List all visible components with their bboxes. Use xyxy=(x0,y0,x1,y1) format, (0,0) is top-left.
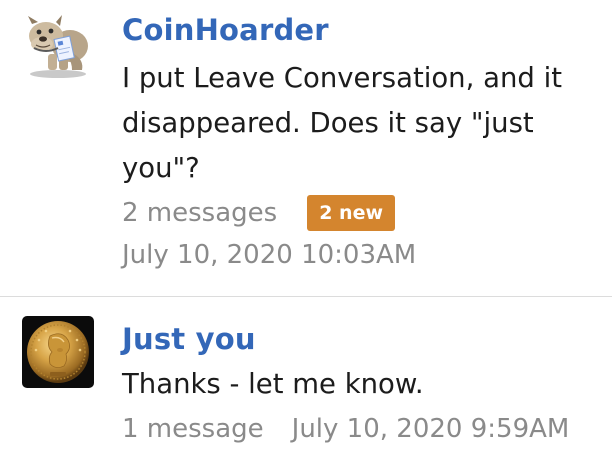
timestamp: July 10, 2020 10:03AM xyxy=(122,240,417,270)
conversation-list: CoinHoarder I put Leave Conversation, an… xyxy=(0,0,612,460)
message-preview: I put Leave Conversation, and it disappe… xyxy=(122,62,562,184)
meta-row: 1 message July 10, 2020 9:59AM xyxy=(122,409,600,449)
bulldog-avatar-icon[interactable] xyxy=(22,8,94,80)
message-preview: Thanks - let me know. xyxy=(122,368,424,400)
meta-row: 2 messages 2 new xyxy=(122,193,600,233)
conversation-item[interactable]: CoinHoarder I put Leave Conversation, an… xyxy=(0,0,612,296)
message-count: 2 messages xyxy=(122,198,278,228)
conversation-item[interactable]: Just you Thanks - let me know. 1 message… xyxy=(0,297,612,460)
username-link[interactable]: Just you xyxy=(122,317,600,361)
gold-coin-avatar-icon[interactable] xyxy=(22,316,94,388)
message-count: 1 message xyxy=(122,414,264,444)
timestamp: July 10, 2020 9:59AM xyxy=(291,414,570,444)
new-messages-badge: 2 new xyxy=(307,195,396,231)
conversation-body: Just you Thanks - let me know. 1 message… xyxy=(122,317,600,449)
username-link[interactable]: CoinHoarder xyxy=(122,8,600,52)
conversation-body: CoinHoarder I put Leave Conversation, an… xyxy=(122,8,600,275)
